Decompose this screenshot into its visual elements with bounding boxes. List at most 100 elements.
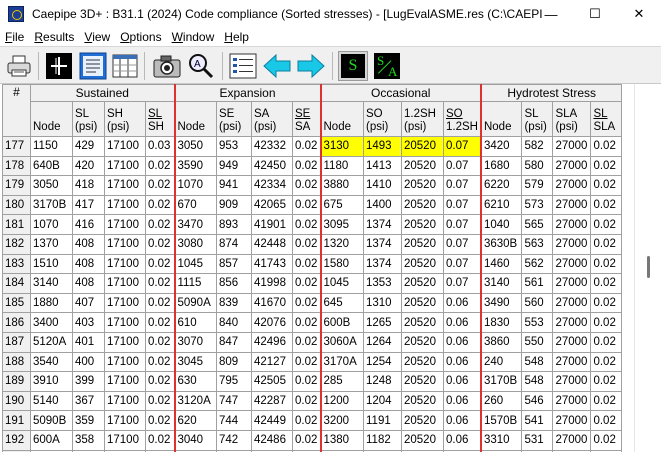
table-cell[interactable]: 0.02 [145, 312, 176, 333]
table-cell[interactable]: 27000 [552, 155, 592, 177]
text-view-button[interactable] [78, 51, 108, 81]
table-cell[interactable]: 747 [216, 390, 252, 412]
table-cell[interactable]: 17100 [104, 233, 146, 255]
table-cell[interactable]: 541 [521, 410, 554, 431]
table-cell[interactable]: 0.02 [292, 312, 322, 333]
table-cell[interactable]: 3045 [174, 351, 217, 373]
table-cell[interactable]: 41901 [251, 214, 293, 235]
stress-table[interactable]: # Sustained Expansion Occasional Hydrote… [2, 84, 634, 452]
table-cell[interactable]: 560 [521, 292, 554, 314]
table-cell[interactable]: 260 [480, 390, 523, 412]
table-cell[interactable]: 1182 [363, 429, 402, 451]
table-cell[interactable]: 0.02 [292, 429, 322, 451]
table-row[interactable]: 188 3540 400 17100 0.02 3045 809 42127 0.02 3170A… [2, 351, 623, 373]
table-cell[interactable]: 0.02 [590, 351, 623, 373]
table-cell[interactable]: 893 [216, 214, 252, 235]
table-cell[interactable]: 949 [216, 155, 252, 177]
find-button[interactable]: A [186, 51, 216, 81]
table-cell[interactable]: 847 [216, 331, 252, 353]
table-row[interactable]: 182 1370 408 17100 0.02 3080 874 42448 0.02 1320 1… [2, 233, 623, 255]
table-cell[interactable]: 20520 [401, 390, 444, 412]
table-cell[interactable]: 0.02 [145, 292, 176, 314]
table-cell[interactable]: 6220 [480, 175, 523, 196]
table-cell[interactable]: 42076 [251, 312, 293, 333]
table-cell[interactable]: 630 [174, 371, 217, 392]
menu-view[interactable]: View [79, 30, 115, 44]
table-cell[interactable]: 42065 [251, 194, 293, 216]
table-cell[interactable]: 0.07 [442, 136, 482, 157]
table-cell[interactable]: 0.06 [442, 371, 482, 392]
table-cell[interactable]: 1248 [363, 371, 402, 392]
table-cell[interactable]: 1400 [363, 194, 402, 216]
table-cell[interactable]: 408 [72, 273, 105, 294]
table-cell[interactable]: 400 [72, 351, 105, 373]
col-sl-hydro[interactable]: SL (psi) [521, 101, 554, 137]
table-cell[interactable]: 3140 [480, 273, 523, 294]
table-cell[interactable]: 0.07 [442, 194, 482, 216]
stress-button[interactable]: S [338, 51, 368, 81]
maximize-button[interactable]: ☐ [573, 0, 617, 28]
table-cell[interactable]: 1115 [174, 273, 217, 294]
table-cell[interactable]: 0.06 [442, 351, 482, 373]
table-cell[interactable]: 0.02 [145, 155, 176, 177]
table-cell[interactable]: 0.02 [145, 351, 176, 373]
table-cell[interactable]: 1264 [363, 331, 402, 353]
table-cell[interactable]: 744 [216, 410, 252, 431]
table-row[interactable]: 190 5140 367 17100 0.02 3120A 747 42287 0.02 1200… [2, 390, 623, 412]
table-cell[interactable]: 0.02 [145, 273, 176, 294]
table-cell[interactable]: 408 [72, 253, 105, 275]
table-cell[interactable]: 3310 [480, 429, 523, 451]
table-cell[interactable]: 1510 [30, 253, 73, 275]
table-cell[interactable]: 0.02 [145, 214, 176, 235]
table-cell[interactable]: 3860 [480, 331, 523, 353]
table-row[interactable]: 189 3910 399 17100 0.02 630 795 42505 0.02 285 124… [2, 371, 623, 392]
table-cell[interactable]: 27000 [552, 136, 592, 157]
menu-results[interactable]: Results [29, 30, 79, 44]
table-cell[interactable]: 17100 [104, 371, 146, 392]
table-cell[interactable]: 1830 [480, 312, 523, 333]
table-cell[interactable]: 42505 [251, 371, 293, 392]
table-cell[interactable]: 0.06 [442, 429, 482, 451]
table-cell[interactable]: 20520 [401, 136, 444, 157]
table-cell[interactable]: 0.07 [442, 233, 482, 255]
table-cell[interactable]: 0.06 [442, 292, 482, 314]
table-row[interactable]: 184 3140 408 17100 0.02 1115 856 41998 0.02 1045 1… [2, 273, 623, 294]
table-cell[interactable]: 27000 [552, 175, 592, 196]
table-cell[interactable]: 565 [521, 214, 554, 235]
table-cell[interactable]: 429 [72, 136, 105, 157]
table-cell[interactable]: 27000 [552, 214, 592, 235]
table-cell[interactable]: 3120A [174, 390, 217, 412]
table-cell[interactable]: 546 [521, 390, 554, 412]
table-row[interactable]: 180 3170B 417 17100 0.02 670 909 42065 0.02 675 14… [2, 194, 623, 216]
table-cell[interactable]: 795 [216, 371, 252, 392]
table-cell[interactable]: 600B [320, 312, 364, 333]
stress-ratio-button[interactable]: S A [372, 51, 404, 86]
table-cell[interactable]: 17100 [104, 136, 146, 157]
node-list-button[interactable] [228, 51, 258, 81]
table-cell[interactable]: 0.07 [442, 155, 482, 177]
menu-file[interactable]: File [0, 30, 29, 44]
table-cell[interactable]: 3140 [30, 273, 73, 294]
table-cell[interactable]: 0.02 [590, 155, 623, 177]
table-cell[interactable]: 0.07 [442, 175, 482, 196]
table-cell[interactable]: 17100 [104, 429, 146, 451]
table-cell[interactable]: 0.02 [590, 410, 623, 431]
table-cell[interactable]: 0.02 [292, 253, 322, 275]
table-cell[interactable]: 1040 [480, 214, 523, 235]
table-cell[interactable]: 0.02 [145, 194, 176, 216]
table-cell[interactable]: 42127 [251, 351, 293, 373]
table-cell[interactable]: 0.02 [590, 429, 623, 451]
table-cell[interactable]: 1180 [320, 155, 364, 177]
table-cell[interactable]: 403 [72, 312, 105, 333]
table-cell[interactable]: 20520 [401, 214, 444, 235]
table-cell[interactable]: 1493 [363, 136, 402, 157]
table-cell[interactable]: 417 [72, 194, 105, 216]
table-cell[interactable]: 3470 [174, 214, 217, 235]
table-cell[interactable]: 0.02 [145, 390, 176, 412]
table-cell[interactable]: 3080 [174, 233, 217, 255]
table-cell[interactable]: 17100 [104, 331, 146, 353]
table-cell[interactable]: 0.02 [590, 371, 623, 392]
table-cell[interactable]: 20520 [401, 331, 444, 353]
table-cell[interactable]: 0.03 [145, 136, 176, 157]
vertical-scrollbar[interactable] [634, 84, 661, 452]
